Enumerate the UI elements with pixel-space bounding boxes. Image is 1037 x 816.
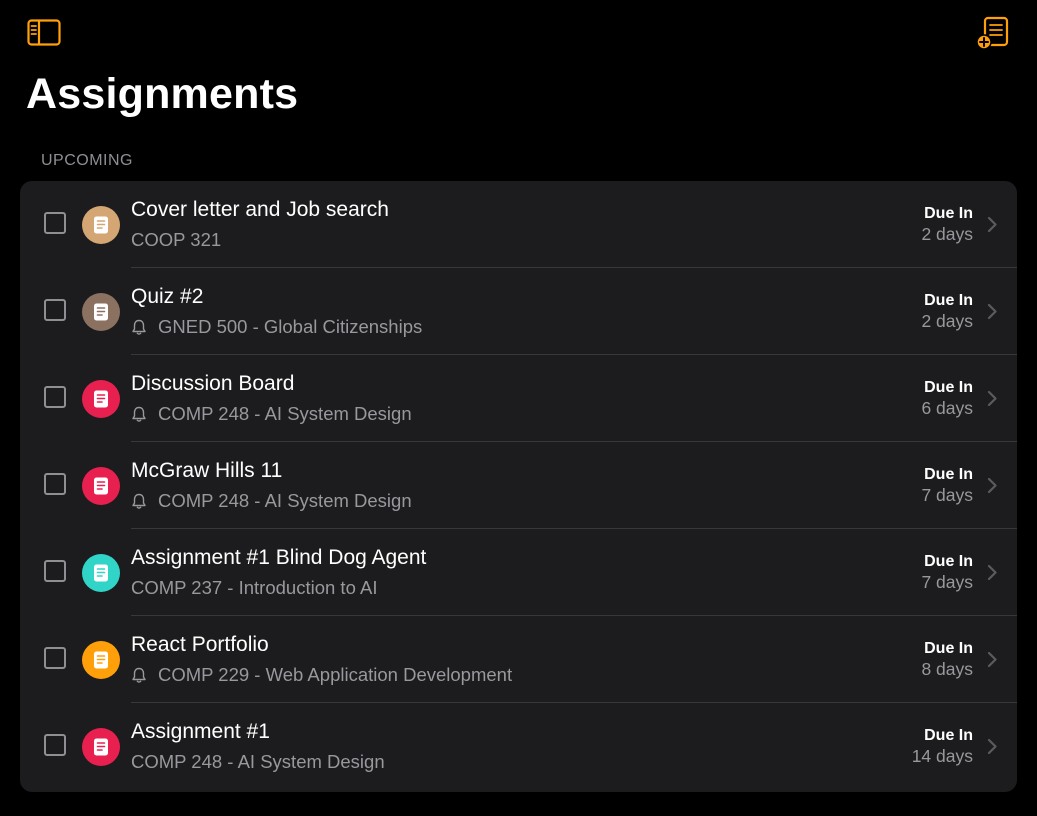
course-name: COMP 248 - AI System Design <box>158 403 412 424</box>
due-info: Due In 6 days <box>921 377 973 419</box>
assignment-title: Cover letter and Job search <box>131 198 389 221</box>
assignment-course: GNED 500 - Global Citizenships <box>131 315 422 339</box>
assignment-course: COOP 321 <box>131 228 221 252</box>
due-label: Due In <box>924 466 973 483</box>
course-name: COMP 237 - Introduction to AI <box>131 577 378 598</box>
assignment-course: COMP 248 - AI System Design <box>131 489 412 513</box>
complete-checkbox[interactable] <box>44 473 66 495</box>
assignment-course: COMP 237 - Introduction to AI <box>131 576 377 600</box>
due-value: 7 days <box>921 572 973 592</box>
course-badge <box>82 554 120 592</box>
document-icon <box>94 216 108 234</box>
section-header-upcoming: UPCOMING <box>41 152 133 169</box>
page-title: Assignments <box>26 70 299 118</box>
assignment-row[interactable]: Quiz #2 GNED 500 - Global Citizenships D… <box>20 268 1017 355</box>
assignment-row[interactable]: Assignment #1 Blind Dog Agent COMP 237 -… <box>20 529 1017 616</box>
document-icon <box>94 303 108 321</box>
sidebar-toggle-button[interactable] <box>27 19 61 46</box>
assignment-title: Assignment #1 <box>131 720 270 743</box>
assignment-row[interactable]: McGraw Hills 11 COMP 248 - AI System Des… <box>20 442 1017 529</box>
due-value: 6 days <box>921 398 973 418</box>
bell-icon <box>132 406 146 422</box>
chevron-right-icon <box>987 564 997 581</box>
toolbar <box>0 0 1037 64</box>
due-label: Due In <box>924 640 973 657</box>
due-value: 7 days <box>921 485 973 505</box>
course-badge <box>82 728 120 766</box>
due-value: 14 days <box>911 746 973 766</box>
assignment-list: Cover letter and Job search COOP 321 Due… <box>20 181 1017 792</box>
course-badge <box>82 380 120 418</box>
complete-checkbox[interactable] <box>44 734 66 756</box>
assignment-course: COMP 229 - Web Application Development <box>131 663 512 687</box>
due-value: 8 days <box>921 659 973 679</box>
due-value: 2 days <box>921 224 973 244</box>
assignment-title: McGraw Hills 11 <box>131 459 283 482</box>
assignment-title: Discussion Board <box>131 372 295 395</box>
due-label: Due In <box>924 292 973 309</box>
due-info: Due In 7 days <box>921 551 973 593</box>
assignment-row[interactable]: Assignment #1 COMP 248 - AI System Desig… <box>20 703 1017 790</box>
due-info: Due In 7 days <box>921 464 973 506</box>
due-info: Due In 2 days <box>921 203 973 245</box>
course-badge <box>82 641 120 679</box>
document-icon <box>94 651 108 669</box>
assignment-course: COMP 248 - AI System Design <box>131 402 412 426</box>
assignment-row[interactable]: Cover letter and Job search COOP 321 Due… <box>20 181 1017 268</box>
document-icon <box>94 738 108 756</box>
course-name: COMP 248 - AI System Design <box>131 751 385 772</box>
chevron-right-icon <box>987 216 997 233</box>
chevron-right-icon <box>987 651 997 668</box>
complete-checkbox[interactable] <box>44 386 66 408</box>
course-name: COOP 321 <box>131 229 222 250</box>
add-assignment-icon <box>976 16 1009 50</box>
assignment-row[interactable]: Discussion Board COMP 248 - AI System De… <box>20 355 1017 442</box>
complete-checkbox[interactable] <box>44 647 66 669</box>
due-value: 2 days <box>921 311 973 331</box>
document-icon <box>94 477 108 495</box>
course-badge <box>82 467 120 505</box>
bell-icon <box>132 667 146 683</box>
course-badge <box>82 206 120 244</box>
course-name: GNED 500 - Global Citizenships <box>158 316 423 337</box>
assignment-title: Assignment #1 Blind Dog Agent <box>131 546 427 569</box>
course-name: COMP 229 - Web Application Development <box>158 664 513 685</box>
due-label: Due In <box>924 205 973 222</box>
document-icon <box>94 564 108 582</box>
course-badge <box>82 293 120 331</box>
due-info: Due In 14 days <box>912 725 973 767</box>
due-info: Due In 2 days <box>921 290 973 332</box>
chevron-right-icon <box>987 303 997 320</box>
assignment-course: COMP 248 - AI System Design <box>131 750 385 774</box>
assignment-row[interactable]: React Portfolio COMP 229 - Web Applicati… <box>20 616 1017 703</box>
complete-checkbox[interactable] <box>44 212 66 234</box>
complete-checkbox[interactable] <box>44 560 66 582</box>
chevron-right-icon <box>987 477 997 494</box>
add-assignment-button[interactable] <box>975 16 1009 50</box>
due-label: Due In <box>924 379 973 396</box>
complete-checkbox[interactable] <box>44 299 66 321</box>
assignment-title: React Portfolio <box>131 633 269 656</box>
assignment-title: Quiz #2 <box>131 285 204 308</box>
course-name: COMP 248 - AI System Design <box>158 490 412 511</box>
due-label: Due In <box>924 553 973 570</box>
chevron-right-icon <box>987 738 997 755</box>
bell-icon <box>132 493 146 509</box>
document-icon <box>94 390 108 408</box>
due-info: Due In 8 days <box>921 638 973 680</box>
bell-icon <box>132 319 146 335</box>
sidebar-toggle-icon <box>27 19 61 46</box>
chevron-right-icon <box>987 390 997 407</box>
due-label: Due In <box>924 727 973 744</box>
